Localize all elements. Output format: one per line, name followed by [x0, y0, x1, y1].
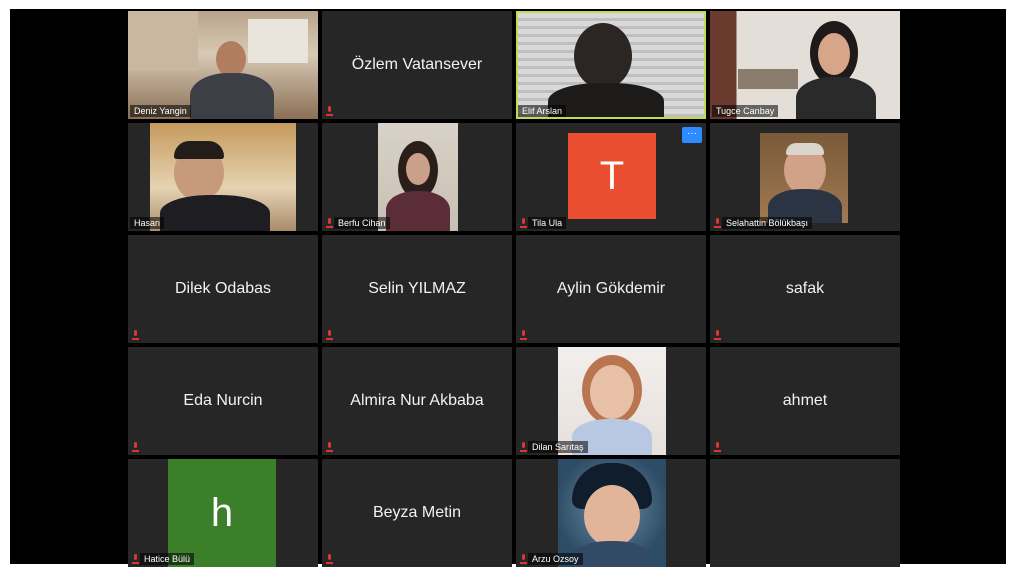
participant-tile-safak[interactable]: safak — [710, 235, 900, 343]
participant-tile-dilek[interactable]: Dilek Odabas — [128, 235, 318, 343]
participant-name: Dilek Odabas — [174, 280, 272, 297]
participant-name-label: Berfu Cihan — [334, 217, 390, 229]
participant-video — [150, 123, 296, 231]
more-options-button[interactable]: ··· — [682, 127, 702, 143]
empty-tile — [710, 459, 900, 567]
muted-mic-icon — [520, 218, 527, 228]
participant-name: safak — [785, 280, 825, 297]
participant-tile-aylin[interactable]: Aylin Gökdemir — [516, 235, 706, 343]
gallery-view: Deniz Yangin Özlem Vatansever Elif Arsla… — [128, 11, 900, 567]
participant-name: Aylin Gökdemir — [556, 280, 666, 297]
participant-tile-hatice[interactable]: h Hatice Bülü — [128, 459, 318, 567]
participant-tile-arzu[interactable]: Arzu Ozsoy — [516, 459, 706, 567]
avatar-initial: T — [568, 133, 656, 219]
muted-mic-icon — [714, 218, 721, 228]
participant-name-label: Dilan Sarıtaş — [528, 441, 588, 453]
muted-mic-icon — [132, 442, 139, 452]
participant-video — [128, 11, 318, 119]
participant-video — [760, 133, 848, 223]
participant-tile-ozlem[interactable]: Özlem Vatansever — [322, 11, 512, 119]
participant-name: Beyza Metin — [372, 504, 462, 521]
participant-name: Almira Nur Akbaba — [350, 392, 484, 409]
participant-tile-deniz[interactable]: Deniz Yangin — [128, 11, 318, 119]
participant-video — [710, 11, 900, 119]
muted-mic-icon — [520, 442, 527, 452]
avatar-initial: h — [168, 459, 276, 567]
participant-video — [558, 459, 666, 567]
muted-mic-icon — [326, 330, 333, 340]
muted-mic-icon — [714, 442, 721, 452]
participant-name: Özlem Vatansever — [351, 56, 483, 73]
participant-name: Selin YILMAZ — [368, 280, 466, 297]
participant-tile-almira[interactable]: Almira Nur Akbaba — [322, 347, 512, 455]
muted-mic-icon — [714, 330, 721, 340]
participant-name-label: Elif Arslan — [518, 105, 567, 117]
participant-name-label: Selahattin Bölükbaşı — [722, 217, 813, 229]
muted-mic-icon — [326, 442, 333, 452]
participant-tile-selahattin[interactable]: Selahattin Bölükbaşı — [710, 123, 900, 231]
participant-tile-tugce[interactable]: Tugce Canbay — [710, 11, 900, 119]
participant-tile-elif-active-speaker[interactable]: Elif Arslan — [516, 11, 706, 119]
participant-name-label: Hatice Bülü — [140, 553, 195, 565]
participant-name: Eda Nurcin — [183, 392, 263, 409]
participant-tile-hasan[interactable]: Hasan — [128, 123, 318, 231]
muted-mic-icon — [326, 218, 333, 228]
participant-video — [518, 13, 704, 117]
participant-tile-berfu[interactable]: Berfu Cihan — [322, 123, 512, 231]
participant-name-label: Arzu Ozsoy — [528, 553, 583, 565]
muted-mic-icon — [132, 554, 139, 564]
participant-name-label: Tugce Canbay — [712, 105, 779, 117]
participant-name: ahmet — [782, 392, 828, 409]
muted-mic-icon — [326, 554, 333, 564]
meeting-window: Deniz Yangin Özlem Vatansever Elif Arsla… — [10, 9, 1006, 567]
participant-tile-dilan[interactable]: Dilan Sarıtaş — [516, 347, 706, 455]
participant-tile-tila[interactable]: T ··· Tila Ula — [516, 123, 706, 231]
muted-mic-icon — [520, 554, 527, 564]
participant-tile-ahmet[interactable]: ahmet — [710, 347, 900, 455]
participant-name-label: Deniz Yangin — [130, 105, 191, 117]
participant-name-label: Tila Ula — [528, 217, 567, 229]
muted-mic-icon — [326, 106, 333, 116]
muted-mic-icon — [132, 330, 139, 340]
participant-video — [558, 347, 666, 455]
participant-tile-selin[interactable]: Selin YILMAZ — [322, 235, 512, 343]
muted-mic-icon — [520, 330, 527, 340]
participant-tile-eda[interactable]: Eda Nurcin — [128, 347, 318, 455]
participant-tile-beyza[interactable]: Beyza Metin — [322, 459, 512, 567]
participant-video — [378, 123, 458, 231]
participant-name-label: Hasan — [130, 217, 165, 229]
